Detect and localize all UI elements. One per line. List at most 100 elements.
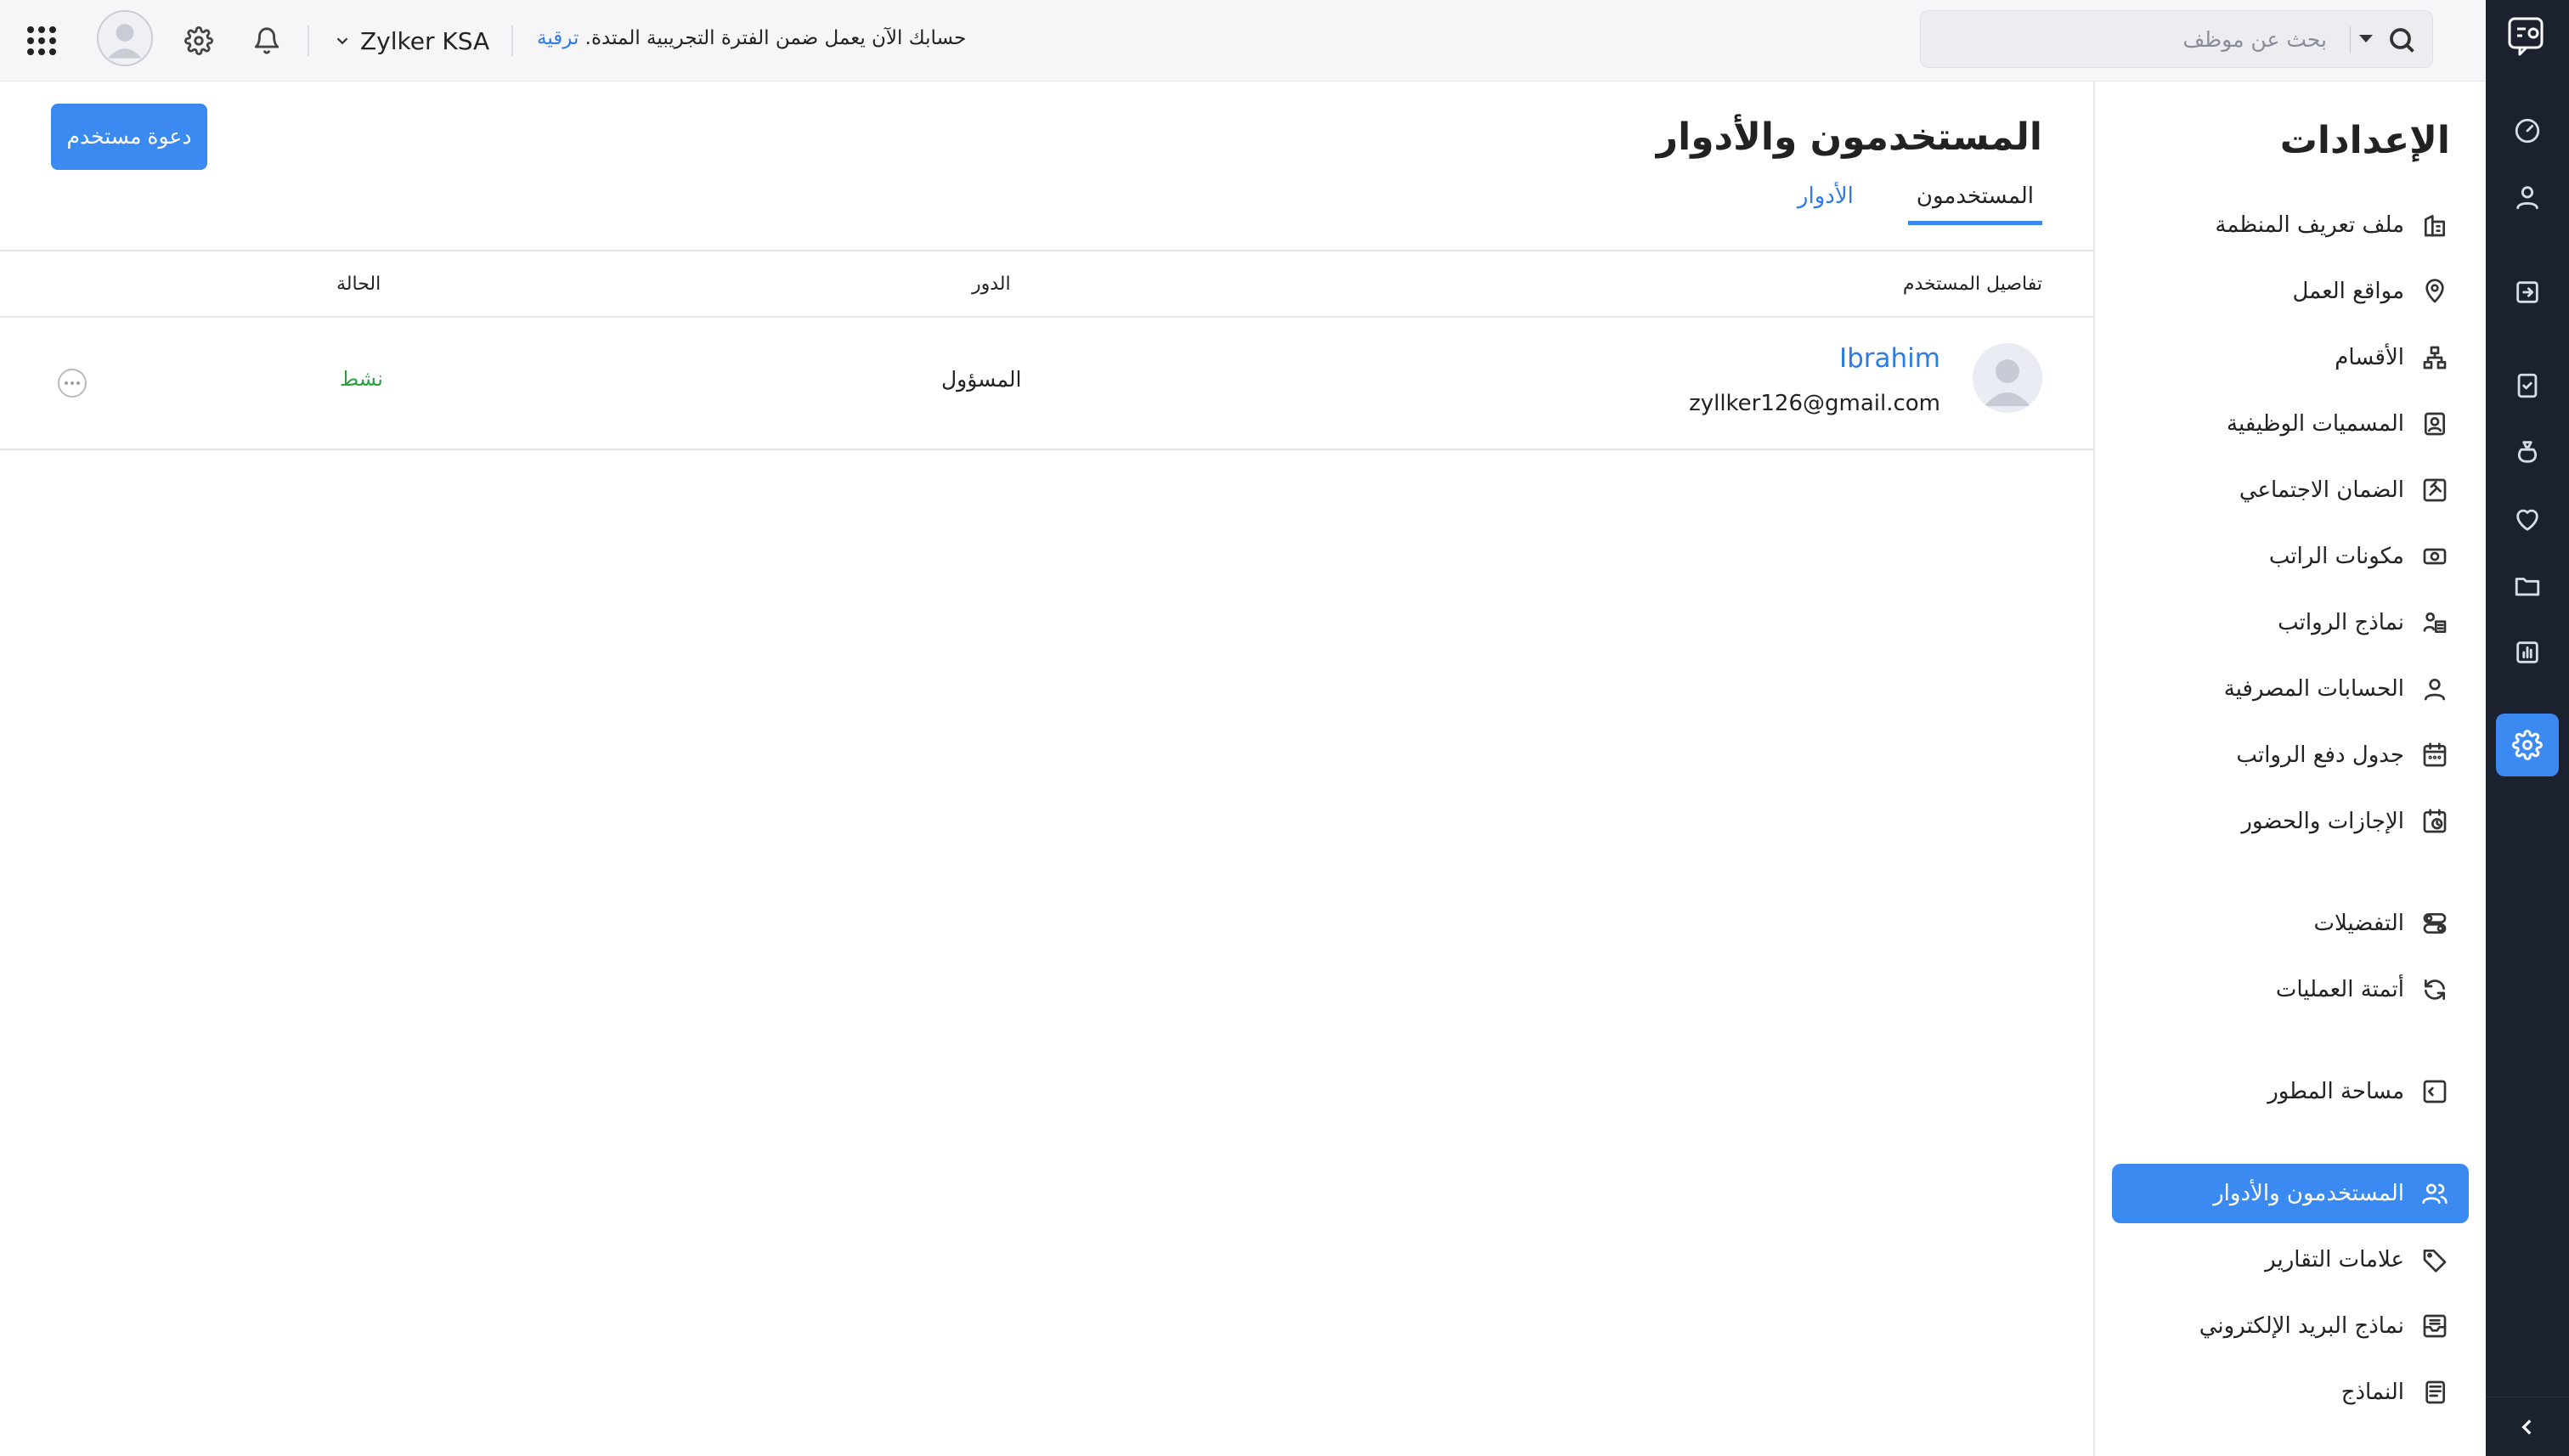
sidebar-item-templates[interactable]: النماذج xyxy=(2112,1363,2469,1422)
profile-avatar[interactable] xyxy=(97,10,153,66)
trial-banner: حسابك الآن يعمل ضمن الفترة التجريبية الم… xyxy=(537,27,966,49)
sidebar-item-departments[interactable]: الأقسام xyxy=(2112,328,2469,387)
sidebar-item-label: علامات التقارير xyxy=(2265,1247,2404,1273)
sidebar-item-leave-attendance[interactable]: الإجازات والحضور xyxy=(2112,792,2469,851)
sidebar-item-label: مواقع العمل xyxy=(2292,279,2404,304)
sidebar-item-pay-schedule[interactable]: جدول دفع الرواتب xyxy=(2112,725,2469,785)
sidebar-item-label: مكونات الراتب xyxy=(2268,544,2404,569)
preferences-icon xyxy=(2419,908,2450,939)
user-role: المسؤول xyxy=(941,367,1022,392)
upgrade-link[interactable]: ترقية xyxy=(537,27,579,49)
sidebar-item-label: المسميات الوظيفية xyxy=(2227,411,2404,437)
refresh-icon xyxy=(2419,974,2450,1005)
sidebar-item-preferences[interactable]: التفضيلات xyxy=(2112,894,2469,953)
sidebar-item-salary-templates[interactable]: نماذج الرواتب xyxy=(2112,593,2469,652)
org-chart-icon xyxy=(2419,342,2450,373)
settings-active-icon[interactable] xyxy=(2496,714,2559,776)
code-icon xyxy=(2419,1076,2450,1107)
sidebar-item-label: أتمتة العمليات xyxy=(2275,977,2404,1002)
location-pin-icon xyxy=(2419,276,2450,307)
tab-roles[interactable]: الأدوار xyxy=(1789,183,1862,225)
top-bar: Zylker KSA حسابك الآن يعمل ضمن الفترة ال… xyxy=(0,0,2486,82)
pay-runs-icon[interactable] xyxy=(2510,275,2544,309)
bank-user-icon xyxy=(2419,674,2450,704)
building-icon xyxy=(2419,210,2450,240)
column-status: الحالة xyxy=(336,274,381,295)
tab-users[interactable]: المستخدمون xyxy=(1907,183,2042,225)
sidebar-item-users-roles[interactable]: المستخدمون والأدوار xyxy=(2112,1164,2469,1223)
sidebar-item-designations[interactable]: المسميات الوظيفية xyxy=(2112,394,2469,454)
sidebar-item-salary-components[interactable]: مكونات الراتب xyxy=(2112,527,2469,586)
more-options-icon[interactable] xyxy=(58,369,87,398)
column-user-details: تفاصيل المستخدم xyxy=(1902,274,2042,295)
trial-text: حسابك الآن يعمل ضمن الفترة التجريبية الم… xyxy=(584,27,967,49)
calendar-icon xyxy=(2419,740,2450,770)
employees-icon[interactable] xyxy=(2510,180,2544,214)
sidebar-item-label: الأقسام xyxy=(2335,345,2404,370)
user-name-link[interactable]: Ibrahim xyxy=(1839,343,1940,374)
tag-icon xyxy=(2419,1244,2450,1275)
search-input[interactable]: بحث عن موظف xyxy=(2182,27,2327,52)
bell-icon[interactable] xyxy=(250,24,284,58)
search-icon[interactable] xyxy=(2386,25,2417,55)
sidebar-item-developer-space[interactable]: مساحة المطور xyxy=(2112,1062,2469,1121)
sidebar-item-label: نماذج الرواتب xyxy=(2278,610,2404,635)
sidebar-item-label: نماذج البريد الإلكتروني xyxy=(2199,1313,2404,1339)
sidebar-item-label: الحسابات المصرفية xyxy=(2223,676,2404,702)
users-icon xyxy=(2419,1178,2450,1209)
settings-title: الإعدادات xyxy=(2279,119,2450,162)
dashboard-gauge-icon[interactable] xyxy=(2510,114,2544,148)
approvals-checklist-icon[interactable] xyxy=(2510,369,2544,403)
benefits-heart-icon[interactable] xyxy=(2510,503,2544,537)
id-badge-icon xyxy=(2419,409,2450,439)
gavel-icon xyxy=(2419,475,2450,505)
table-row[interactable]: Ibrahim zyllker126@gmail.com المسؤول نشط xyxy=(0,318,2093,450)
sidebar-item-automation[interactable]: أتمتة العمليات xyxy=(2112,960,2469,1019)
search-filter-dropdown-icon[interactable] xyxy=(2359,35,2373,42)
money-icon xyxy=(2419,541,2450,572)
user-avatar xyxy=(1973,343,2042,413)
sidebar-item-label: الإجازات والحضور xyxy=(2241,809,2404,834)
user-email: zyllker126@gmail.com xyxy=(1689,391,1940,416)
page-title: المستخدمون والأدوار xyxy=(1656,116,2042,159)
sidebar-item-label: النماذج xyxy=(2340,1380,2404,1405)
loans-moneybag-icon[interactable] xyxy=(2510,435,2544,469)
payroll-logo-icon[interactable] xyxy=(2506,14,2549,59)
documents-folder-icon[interactable] xyxy=(2510,569,2544,603)
column-role: الدور xyxy=(972,274,1011,295)
sidebar-item-work-locations[interactable]: مواقع العمل xyxy=(2112,262,2469,321)
sidebar-item-reporting-tags[interactable]: علامات التقارير xyxy=(2112,1230,2469,1290)
sidebar-item-bank-accounts[interactable]: الحسابات المصرفية xyxy=(2112,659,2469,719)
sidebar-item-email-templates[interactable]: نماذج البريد الإلكتروني xyxy=(2112,1296,2469,1356)
sidebar-item-label: مساحة المطور xyxy=(2267,1079,2404,1104)
sidebar-item-label: ملف تعريف المنظمة xyxy=(2215,212,2404,238)
organization-name: Zylker KSA xyxy=(360,26,490,55)
invite-user-button[interactable]: دعوة مستخدم xyxy=(51,104,207,170)
sidebar-item-social-security[interactable]: الضمان الاجتماعي xyxy=(2112,460,2469,520)
sidebar-item-label: التفضيلات xyxy=(2313,911,2404,936)
collapse-sidebar-icon[interactable] xyxy=(2486,1397,2569,1456)
settings-gear-icon[interactable] xyxy=(182,24,216,58)
sidebar-item-organization-profile[interactable]: ملف تعريف المنظمة xyxy=(2112,195,2469,255)
app-navigation-rail xyxy=(2486,0,2569,1456)
divider xyxy=(308,25,309,56)
organization-selector[interactable]: Zylker KSA xyxy=(333,25,489,56)
user-template-icon xyxy=(2419,607,2450,638)
tabs: المستخدمون الأدوار xyxy=(1789,183,2042,225)
document-icon xyxy=(2419,1377,2450,1408)
table-header: تفاصيل المستخدم الدور الحالة xyxy=(0,251,2093,318)
main-content: المستخدمون والأدوار دعوة مستخدم المستخدم… xyxy=(0,82,2093,1456)
apps-grid-icon[interactable] xyxy=(27,26,56,55)
divider xyxy=(511,25,513,56)
sidebar-item-label: المستخدمون والأدوار xyxy=(2213,1181,2404,1206)
chevron-down-icon xyxy=(336,37,348,45)
calendar-clock-icon xyxy=(2419,806,2450,837)
reports-chart-icon[interactable] xyxy=(2510,635,2544,669)
sidebar-item-label: الضمان الاجتماعي xyxy=(2239,477,2404,503)
settings-sidebar: الإعدادات ملف تعريف المنظمة مواقع العمل … xyxy=(2093,82,2486,1456)
employee-search[interactable]: بحث عن موظف xyxy=(1920,10,2433,68)
search-divider xyxy=(2350,26,2351,54)
sidebar-item-label: جدول دفع الرواتب xyxy=(2236,742,2404,768)
mail-template-icon xyxy=(2419,1311,2450,1341)
status-badge: نشط xyxy=(340,367,383,391)
